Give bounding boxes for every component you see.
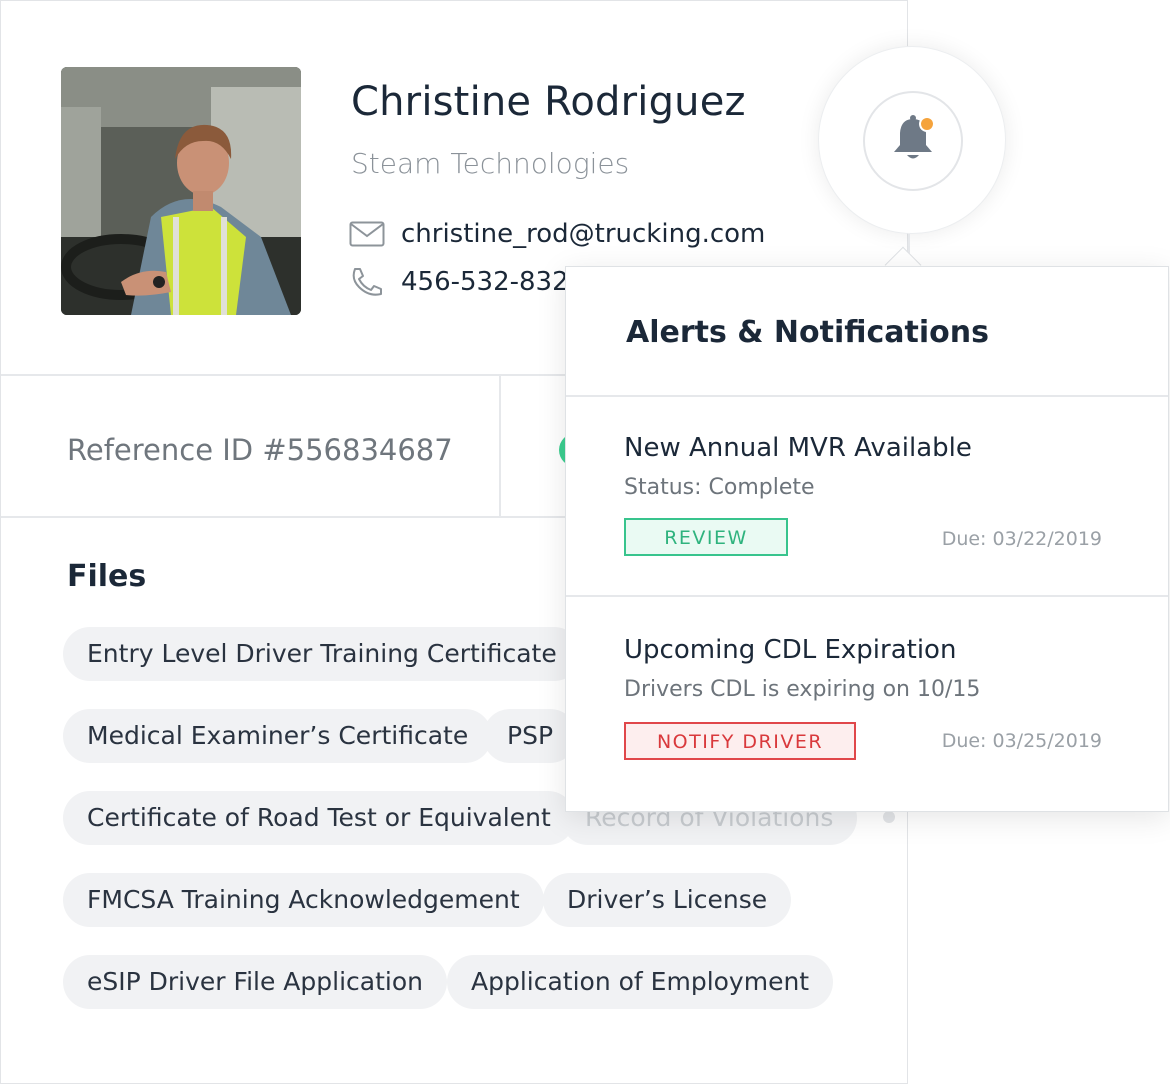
column-divider xyxy=(499,375,501,517)
panel-divider xyxy=(566,595,1168,597)
file-chip[interactable]: Certificate of Road Test or Equivalent xyxy=(63,791,575,845)
notification-badge xyxy=(921,117,933,130)
alert-due-date: Due: 03/25/2019 xyxy=(941,730,1102,752)
company-name: Steam Technologies xyxy=(351,147,630,180)
phone-icon xyxy=(349,267,385,297)
phone-text[interactable]: 456-532-8327 xyxy=(401,267,585,297)
alert-subtitle: Status: Complete xyxy=(624,475,815,500)
phone-row[interactable]: 456-532-8327 xyxy=(349,267,585,297)
file-chip[interactable]: Driver’s License xyxy=(543,873,792,927)
alerts-panel: Alerts & Notifications New Annual MVR Av… xyxy=(565,266,1169,812)
alert-subtitle: Drivers CDL is expiring on 10/15 xyxy=(624,677,981,702)
alert-title: New Annual MVR Available xyxy=(624,433,972,463)
review-button[interactable]: REVIEW xyxy=(624,518,788,556)
file-chip[interactable]: PSP xyxy=(483,709,578,763)
driver-name: Christine Rodriguez xyxy=(351,79,746,125)
reference-id: Reference ID #556834687 xyxy=(67,433,453,467)
files-title: Files xyxy=(67,559,147,594)
file-chip[interactable]: eSIP Driver File Application xyxy=(63,955,447,1009)
file-chip[interactable]: FMCSA Training Acknowledgement xyxy=(63,873,544,927)
email-text[interactable]: christine_rod@trucking.com xyxy=(401,219,765,249)
driver-photo-image xyxy=(61,67,301,315)
bell-icon xyxy=(890,114,936,168)
scroll-indicator xyxy=(883,811,895,823)
notify-driver-button[interactable]: NOTIFY DRIVER xyxy=(624,722,856,760)
email-row[interactable]: christine_rod@trucking.com xyxy=(349,219,765,249)
file-chip[interactable]: Entry Level Driver Training Certificate xyxy=(63,627,581,681)
alert-title: Upcoming CDL Expiration xyxy=(624,635,957,665)
file-chip[interactable]: Application of Employment xyxy=(447,955,834,1009)
alerts-title: Alerts & Notifications xyxy=(626,315,989,350)
panel-divider xyxy=(566,395,1168,397)
driver-photo xyxy=(61,67,301,315)
mail-icon xyxy=(349,219,385,249)
notifications-button[interactable] xyxy=(863,91,963,191)
file-chip[interactable]: Medical Examiner’s Certificate xyxy=(63,709,493,763)
alert-due-date: Due: 03/22/2019 xyxy=(941,528,1102,550)
